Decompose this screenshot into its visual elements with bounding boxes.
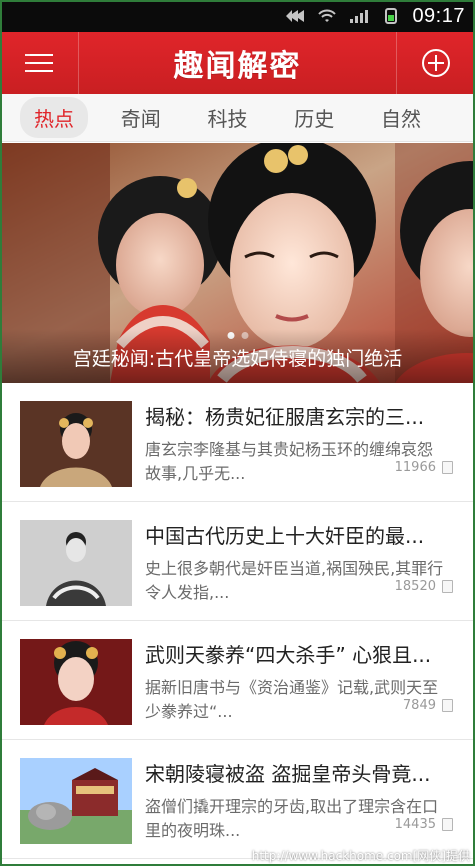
menu-button[interactable] — [0, 32, 79, 94]
feed-item[interactable]: 宋朝陵寝被盗 盗掘皇帝头骨竟... 盗僧们撬开理宗的牙齿,取出了理宗含在口里的夜… — [0, 740, 475, 859]
tab-hot[interactable]: 热点 — [20, 97, 88, 138]
document-icon — [442, 580, 453, 593]
feed-meta: 14435 — [395, 817, 453, 832]
feed-desc: 据新旧唐书与《资治通鉴》记载,武则天至少豢养过“... — [145, 678, 439, 721]
feed-meta: 11966 — [395, 460, 453, 475]
feed-title[interactable]: 中国古代历史上十大奸臣的最... — [145, 520, 453, 549]
feed-title[interactable]: 宋朝陵寝被盗 盗掘皇帝头骨竟... — [145, 758, 453, 787]
feed-title[interactable]: 武则天豢养“四大杀手” 心狠且... — [145, 639, 453, 668]
hero-banner[interactable]: 宫廷秘闻:古代皇帝选妃侍寝的独门绝活 — [0, 143, 475, 383]
feed-meta: 18520 — [395, 579, 453, 594]
wifi-icon — [318, 9, 337, 22]
app-bar: 趣闻解密 — [0, 32, 475, 94]
feed-meta: 7849 — [403, 698, 453, 713]
feed-item[interactable]: 揭秘：杨贵妃征服唐玄宗的三... 唐玄宗李隆基与其贵妃杨玉环的缠绵哀怨故事,几乎… — [0, 383, 475, 502]
tab-tech[interactable]: 科技 — [194, 97, 262, 138]
news-feed: 揭秘：杨贵妃征服唐玄宗的三... 唐玄宗李隆基与其贵妃杨玉环的缠绵哀怨故事,几乎… — [0, 383, 475, 866]
tab-nature[interactable]: 自然 — [367, 97, 435, 138]
category-tabs: 热点 奇闻 科技 历史 自然 — [0, 94, 475, 142]
view-count: 14435 — [394, 817, 436, 832]
view-count: 18520 — [394, 579, 436, 594]
add-button[interactable] — [396, 32, 475, 94]
tab-history[interactable]: 历史 — [280, 97, 348, 138]
add-circle-icon — [422, 49, 450, 77]
status-time: 09:17 — [412, 4, 465, 27]
view-count: 7849 — [402, 698, 436, 713]
document-icon — [442, 461, 453, 474]
document-icon — [442, 699, 453, 712]
view-count: 11966 — [394, 460, 436, 475]
battery-icon — [385, 8, 398, 24]
watermark-text: http://www.hackhome.com[网侠]提供 — [251, 848, 470, 863]
empress-thumbnail — [20, 639, 132, 725]
feed-item[interactable]: 中国古代历史上十大奸臣的最... 史上很多朝代是奸臣当道,祸国殃民,其罪行令人发… — [0, 502, 475, 621]
document-icon — [442, 818, 453, 831]
tomb-thumbnail — [20, 758, 132, 844]
app-title: 趣闻解密 — [173, 49, 302, 84]
signal-icon — [286, 10, 305, 22]
feed-title[interactable]: 揭秘：杨贵妃征服唐玄宗的三... — [145, 401, 453, 430]
feed-item[interactable]: 武则天豢养“四大杀手” 心狠且... 据新旧唐书与《资治通鉴》记载,武则天至少豢… — [0, 621, 475, 740]
portrait-thumbnail — [20, 401, 132, 487]
menu-icon — [25, 54, 53, 72]
status-bar: 09:17 — [0, 0, 475, 32]
official-portrait-thumbnail — [20, 520, 132, 606]
hero-caption: 宫廷秘闻:古代皇帝选妃侍寝的独门绝活 — [0, 329, 475, 383]
tab-oddities[interactable]: 奇闻 — [107, 97, 175, 138]
cellular-icon — [350, 10, 369, 23]
